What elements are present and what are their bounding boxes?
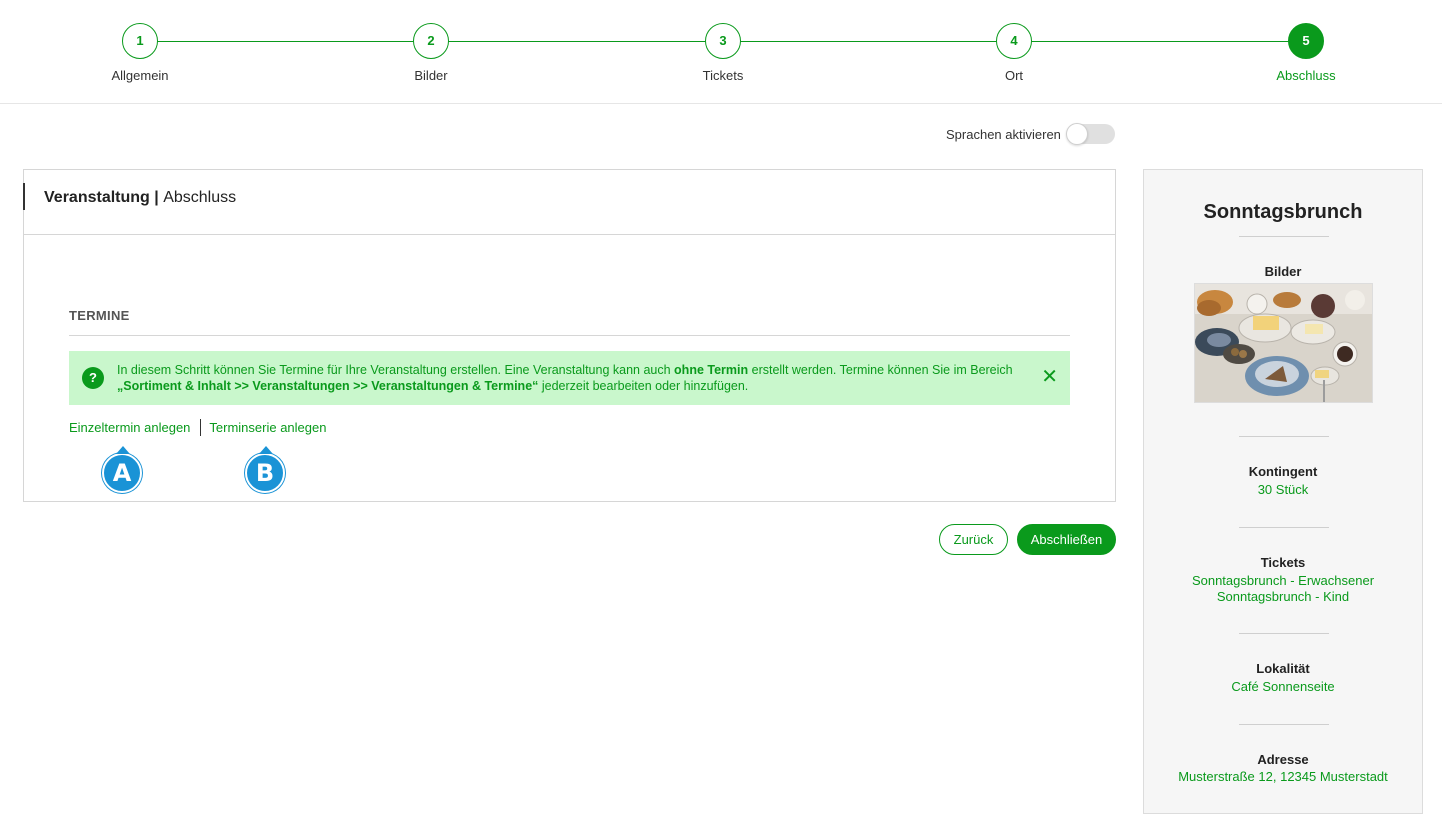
ticket-item: Sonntagsbrunch - Kind — [1216, 589, 1350, 604]
step-ort[interactable]: 4 Ort — [954, 23, 1074, 83]
page-title-bold: Veranstaltung — [44, 189, 150, 206]
language-toggle-row: Sprachen aktivieren — [946, 123, 1115, 145]
quota-label: Kontingent — [1248, 464, 1318, 479]
images-label: Bilder — [1264, 264, 1302, 279]
summary-divider — [1239, 236, 1329, 237]
info-box: ? In diesem Schritt können Sie Termine f… — [69, 351, 1070, 405]
header-accent-bar — [23, 183, 25, 210]
date-links: Einzeltermin anlegen Terminserie anlegen — [69, 419, 326, 436]
step-number: 2 — [413, 23, 449, 59]
event-image — [1194, 283, 1373, 403]
annotation-marker-b: B — [245, 446, 285, 493]
step-tickets[interactable]: 3 Tickets — [663, 23, 783, 83]
info-text: In diesem Schritt können Sie Termine für… — [117, 362, 1017, 394]
finish-button[interactable]: Abschließen — [1017, 524, 1116, 555]
help-icon: ? — [82, 367, 104, 389]
link-separator — [200, 419, 202, 436]
address-label: Adresse — [1257, 752, 1309, 767]
step-number: 5 — [1288, 23, 1324, 59]
step-number: 4 — [996, 23, 1032, 59]
info-text-part: jederzeit bearbeiten oder hinzufügen. — [538, 379, 749, 393]
summary-divider — [1239, 436, 1329, 437]
location-label: Lokalität — [1256, 661, 1310, 676]
quota-value: 30 Stück — [1257, 482, 1309, 497]
panel-header: Veranstaltung | Abschluss — [23, 170, 1115, 235]
address-value: Musterstraße 12, 12345 Musterstadt — [1178, 769, 1388, 784]
step-label: Abschluss — [1276, 68, 1336, 83]
brunch-photo — [1195, 284, 1372, 402]
step-number: 3 — [705, 23, 741, 59]
progress-stepper: 1 Allgemein 2 Bilder 3 Tickets 4 Ort 5 A… — [0, 0, 1442, 104]
info-text-part: In diesem Schritt können Sie Termine für… — [117, 363, 675, 377]
page-title: Veranstaltung | Abschluss — [44, 189, 236, 207]
step-abschluss[interactable]: 5 Abschluss — [1246, 23, 1366, 83]
page-title-separator: | — [149, 189, 164, 206]
page-title-step: Abschluss — [163, 189, 237, 206]
add-single-date-link[interactable]: Einzeltermin anlegen — [69, 420, 190, 435]
step-number: 1 — [122, 23, 158, 59]
toggle-knob — [1065, 123, 1088, 145]
location-value: Café Sonnenseite — [1231, 679, 1335, 694]
summary-divider — [1239, 724, 1329, 725]
info-text-bold: „Sortiment & Inhalt >> Veranstaltungen >… — [117, 379, 539, 393]
section-divider — [69, 335, 1070, 336]
annotation-marker-a: A — [102, 446, 142, 493]
step-label: Ort — [1004, 68, 1024, 83]
step-allgemein[interactable]: 1 Allgemein — [80, 23, 200, 83]
back-button[interactable]: Zurück — [939, 524, 1008, 555]
step-label: Bilder — [414, 68, 448, 83]
step-bilder[interactable]: 2 Bilder — [371, 23, 491, 83]
info-text-part: erstellt werden. Termine können Sie im B… — [748, 363, 1013, 377]
main-panel: Veranstaltung | Abschluss TERMINE ? In d… — [23, 169, 1116, 502]
info-text-bold: ohne Termin — [674, 363, 749, 377]
close-icon[interactable]: ✕ — [1041, 367, 1058, 387]
summary-panel: Sonntagsbrunch Bilder Kontingent 30 Stüc… — [1143, 169, 1423, 814]
language-toggle-switch[interactable] — [1065, 123, 1115, 145]
add-date-series-link[interactable]: Terminserie anlegen — [209, 420, 326, 435]
section-title-termine: TERMINE — [69, 308, 130, 323]
ticket-item: Sonntagsbrunch - Erwachsener — [1191, 573, 1375, 588]
summary-divider — [1239, 633, 1329, 634]
step-label: Allgemein — [111, 68, 169, 83]
event-title: Sonntagsbrunch — [1203, 201, 1363, 223]
language-toggle-label: Sprachen aktivieren — [946, 126, 1061, 142]
step-label: Tickets — [702, 68, 744, 83]
tickets-label: Tickets — [1260, 555, 1306, 570]
summary-divider — [1239, 527, 1329, 528]
